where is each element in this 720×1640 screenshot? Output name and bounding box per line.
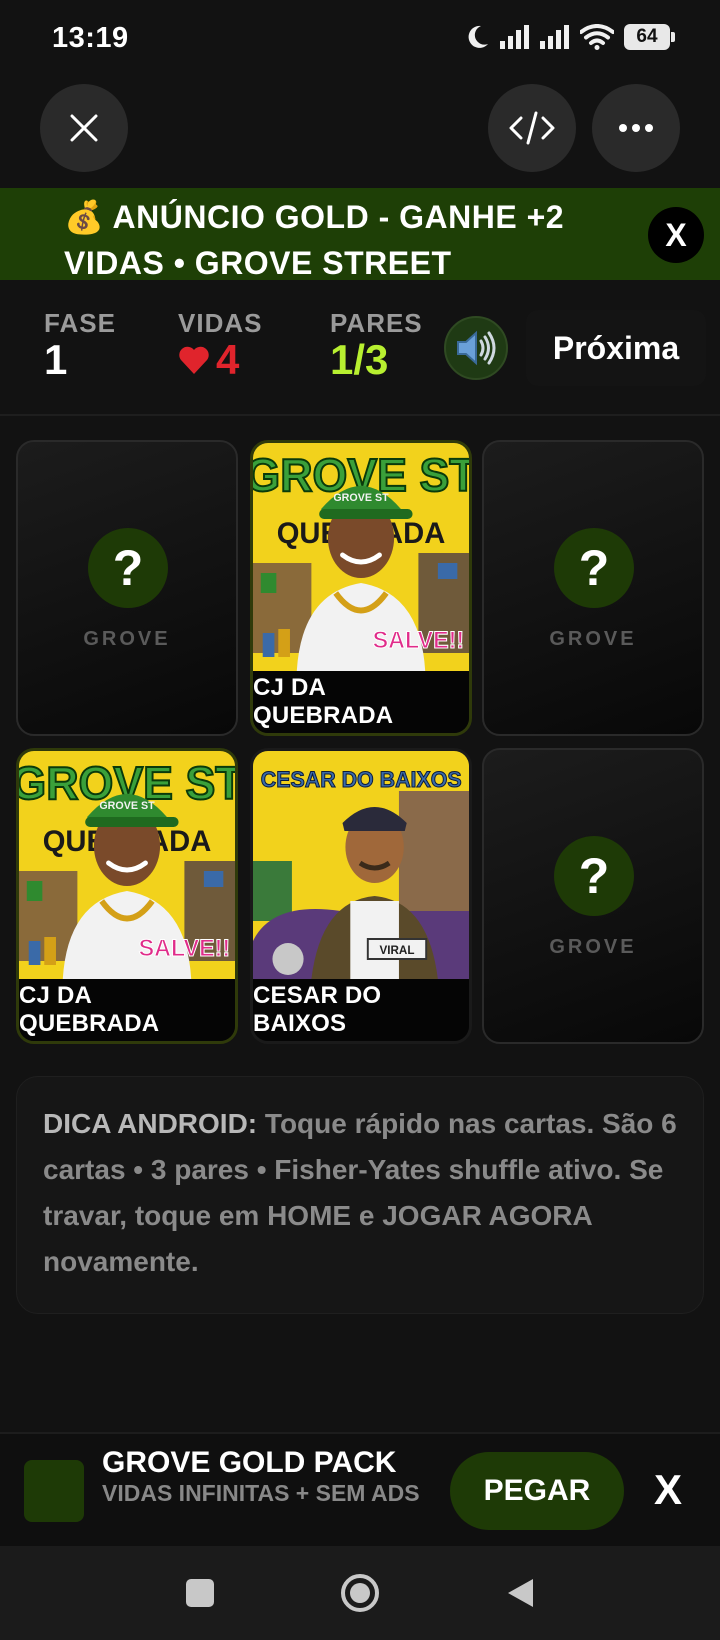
- speaker-icon: [457, 330, 496, 366]
- card-back-label: GROVE: [83, 628, 171, 650]
- ad-banner-close-button[interactable]: X: [648, 207, 704, 263]
- moon-icon: [468, 25, 488, 48]
- more-button[interactable]: [592, 84, 680, 172]
- cj-cap-text: GROVE ST: [99, 800, 155, 812]
- cj-salve-tag: SALVE!!: [139, 936, 231, 962]
- card-name: CESAR DO BAIXOS: [253, 979, 469, 1041]
- status-icons: 64: [466, 24, 675, 50]
- cj-cap-text: GROVE ST: [333, 492, 389, 504]
- more-icon: [619, 124, 653, 132]
- close-icon: [70, 114, 98, 142]
- wifi-icon: [580, 24, 614, 50]
- pairs-label: PARES: [330, 308, 423, 338]
- code-icon: [509, 111, 555, 145]
- signal-icon: [500, 25, 529, 49]
- lives-value-group: 4: [178, 336, 239, 384]
- card-name: CJ DA QUEBRADA: [19, 979, 235, 1041]
- phase-label: FASE: [44, 308, 116, 338]
- ad-banner-label: ANÚNCIO GOLD - GANHE +2 VIDAS • GROVE ST…: [64, 199, 565, 281]
- heart-icon: [179, 346, 209, 374]
- promo-subtitle: VIDAS INFINITAS + SEM ADS: [102, 1480, 420, 1506]
- back-button[interactable]: [490, 1546, 550, 1640]
- card-back-label: GROVE: [549, 936, 637, 958]
- cesar-portrait-image: CESAR DO BAIXOS VIRAL: [253, 751, 469, 979]
- system-nav-bar: [0, 1546, 720, 1640]
- signal-icon: [540, 25, 569, 49]
- memory-card-revealed[interactable]: GROVE ST QUEBRADA GROVE ST SALVE!! CJ DA…: [16, 748, 238, 1044]
- recents-button[interactable]: [170, 1546, 230, 1640]
- back-icon: [508, 1579, 533, 1607]
- get-pack-button[interactable]: PEGAR: [450, 1452, 624, 1530]
- money-bag-icon: 💰: [64, 199, 105, 235]
- memory-card-hidden[interactable]: ? GROVE: [482, 748, 704, 1044]
- status-time: 13:19: [52, 22, 129, 54]
- card-name: CJ DA QUEBRADA: [253, 671, 469, 733]
- pairs-value: 1/3: [330, 336, 389, 383]
- tip-title: DICA ANDROID:: [43, 1108, 258, 1139]
- close-button[interactable]: [40, 84, 128, 172]
- cesar-plate-text: VIRAL: [379, 943, 414, 957]
- code-button[interactable]: [488, 84, 576, 172]
- next-button[interactable]: Próxima: [526, 310, 706, 386]
- promo-bar: GROVE GOLD PACK VIDAS INFINITAS + SEM AD…: [0, 1432, 720, 1546]
- cj-salve-tag: SALVE!!: [373, 628, 465, 654]
- question-mark-icon: ?: [554, 528, 634, 608]
- home-button[interactable]: [330, 1546, 390, 1640]
- lives-value: 4: [216, 336, 240, 383]
- question-mark-icon: ?: [554, 836, 634, 916]
- phase-value: 1: [44, 336, 68, 383]
- cj-portrait-image: GROVE ST QUEBRADA GROVE ST SALVE!!: [19, 751, 235, 979]
- cesar-art-title: CESAR DO BAIXOS: [261, 767, 462, 792]
- memory-card-hidden[interactable]: ? GROVE: [16, 440, 238, 736]
- lives-label: VIDAS: [178, 308, 263, 338]
- ad-banner[interactable]: 💰 ANÚNCIO GOLD - GANHE +2 VIDAS • GROVE …: [0, 188, 720, 281]
- divider: [0, 414, 720, 416]
- memory-card-hidden[interactable]: ? GROVE: [482, 440, 704, 736]
- cj-portrait-image: GROVE ST QUEBRADA GROVE ST SALVE!!: [253, 443, 469, 671]
- memory-card-revealed[interactable]: CESAR DO BAIXOS VIRAL CESAR DO BAIXOS: [250, 748, 472, 1044]
- tip-box: DICA ANDROID: Toque rápido nas cartas. S…: [16, 1076, 704, 1314]
- ad-banner-text: 💰 ANÚNCIO GOLD - GANHE +2 VIDAS • GROVE …: [64, 194, 624, 286]
- home-icon: [341, 1574, 379, 1612]
- promo-close-button[interactable]: X: [648, 1460, 688, 1520]
- status-bar: 13:19 64: [0, 0, 720, 80]
- sound-button[interactable]: [444, 316, 508, 380]
- memory-card-revealed[interactable]: GROVE ST QUEBRADA GROVE ST SALVE!! CJ DA…: [250, 440, 472, 736]
- promo-thumbnail: [24, 1460, 84, 1522]
- recents-icon: [186, 1579, 214, 1607]
- card-back-label: GROVE: [549, 628, 637, 650]
- question-mark-icon: ?: [88, 528, 168, 608]
- battery-icon: 64: [624, 24, 675, 50]
- promo-title: GROVE GOLD PACK: [102, 1446, 397, 1479]
